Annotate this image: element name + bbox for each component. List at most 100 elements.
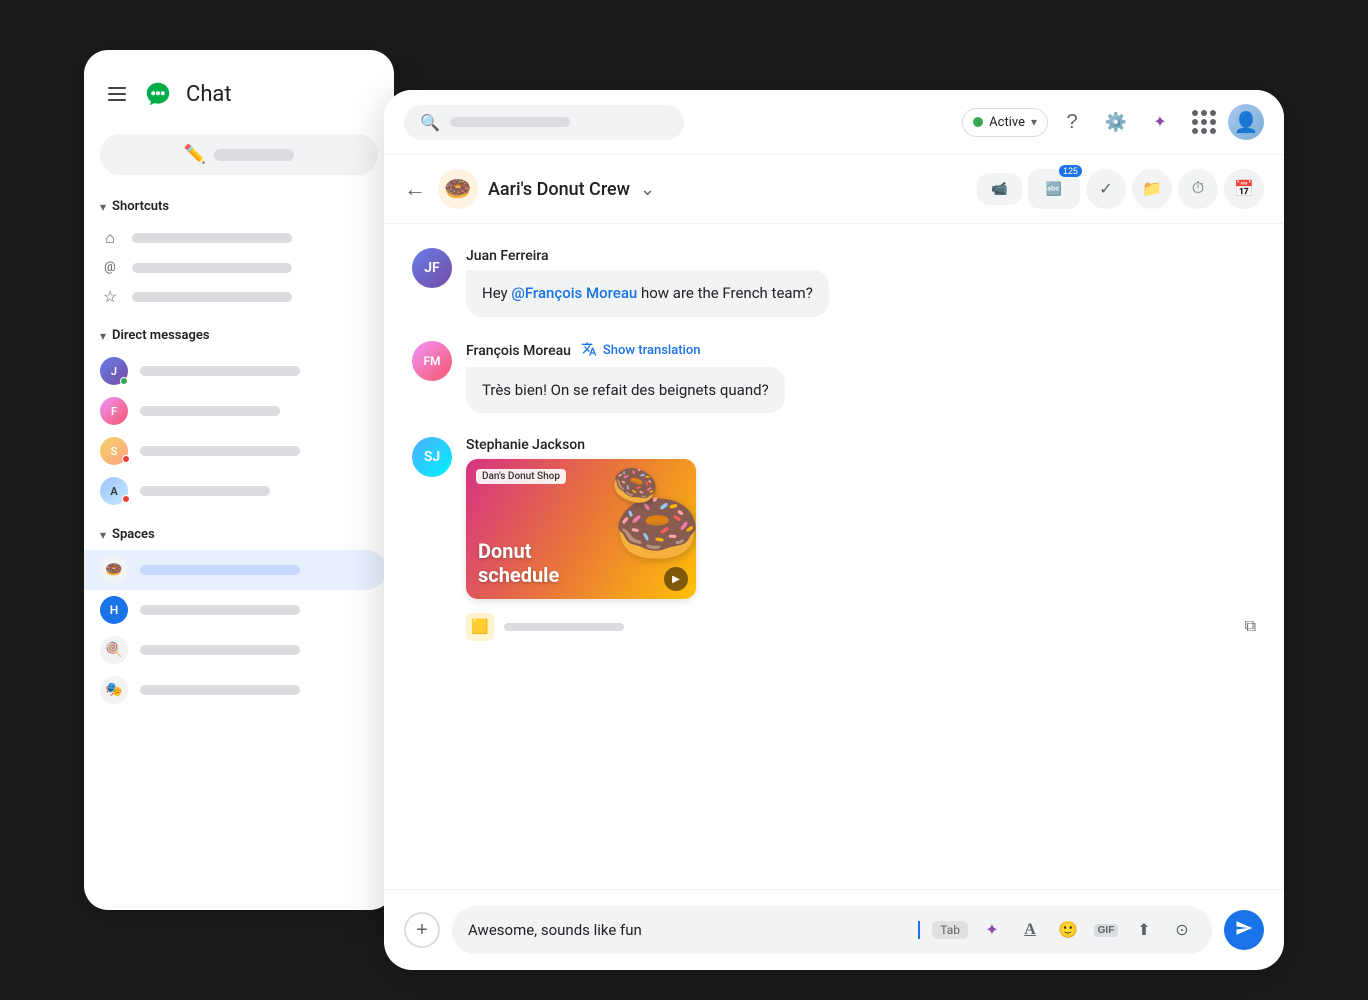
sidebar-item-space-h[interactable]: H [84, 590, 386, 630]
mentions-label [132, 263, 292, 273]
upload-icon: ⬆ [1137, 920, 1150, 940]
card-title: Donut schedule [478, 539, 559, 587]
card-footer-bar [504, 623, 624, 631]
ai-assist-button[interactable]: ✦ [978, 916, 1006, 944]
message-group-francois: FM François Moreau Show translation [412, 341, 1256, 414]
video-call-button[interactable]: 📹 [977, 173, 1022, 205]
shop-label: Dan's Donut Shop [476, 469, 566, 484]
back-button[interactable]: ← [404, 176, 426, 202]
home-label [132, 233, 292, 243]
menu-icon[interactable] [104, 83, 130, 105]
sidebar-item-space-donut[interactable]: 🍩 [84, 550, 386, 590]
sidebar-item-space-candy[interactable]: 🍭 [84, 630, 386, 670]
donut-schedule-card[interactable]: Dan's Donut Shop Donut schedule 🍩 🍩 [466, 459, 696, 599]
juan-sender-name: Juan Ferreira [466, 248, 549, 264]
sidebar-item-dm-2[interactable]: F [84, 391, 386, 431]
spaces-section-header[interactable]: ▾ Spaces [84, 519, 394, 550]
topbar-actions: Active ▾ ? ⚙️ ✦ [962, 102, 1264, 142]
format-icon: A [1024, 921, 1036, 939]
francois-sender-name: François Moreau [466, 343, 571, 359]
juan-avatar: JF [412, 248, 452, 288]
show-translation-label: Show translation [603, 343, 701, 358]
user-avatar[interactable]: 👤 [1228, 104, 1264, 140]
donut-space-icon: 🍩 [100, 556, 128, 584]
sidebar-item-home[interactable]: ⌂ [84, 222, 386, 254]
app-title: Chat [186, 82, 232, 107]
settings-icon: ⚙️ [1105, 112, 1127, 133]
candy-space-label [140, 645, 300, 655]
party-space-icon: 🎭 [100, 676, 128, 704]
starred-label [132, 292, 292, 302]
status-label: Active [989, 115, 1025, 130]
dm3-notification [122, 455, 130, 463]
settings-button[interactable]: ⚙️ [1096, 102, 1136, 142]
chat-name-chevron-icon[interactable]: ⌄ [640, 179, 655, 200]
timer-icon: ⏱ [1192, 180, 1204, 198]
mention-francois: @François Moreau [511, 284, 637, 302]
sidebar-item-starred[interactable]: ☆ [84, 281, 386, 312]
dm-section-header[interactable]: ▾ Direct messages [84, 320, 394, 351]
sidebar-item-dm-3[interactable]: S [84, 431, 386, 471]
timer-button[interactable]: ⏱ [1178, 169, 1218, 209]
gif-button[interactable]: GIF [1092, 916, 1120, 944]
add-attachment-button[interactable]: + [404, 912, 440, 948]
gemini-icon: ✦ [1153, 112, 1166, 132]
stephanie-message-header: Stephanie Jackson [466, 437, 1256, 453]
dm1-avatar: J [100, 357, 128, 385]
chat-header-actions: 📹 🔤 125 ✓ 📁 ⏱ 📅 [977, 169, 1264, 209]
new-chat-button[interactable]: ✏️ [100, 134, 378, 175]
dm3-label [140, 446, 300, 456]
calendar-button[interactable]: 📅 [1224, 169, 1264, 209]
h-space-icon: H [100, 596, 128, 624]
format-text-button[interactable]: A [1016, 916, 1044, 944]
apps-button[interactable] [1184, 102, 1224, 142]
sidebar-item-dm-4[interactable]: A [84, 471, 386, 511]
translation-count-badge: 125 [1059, 165, 1082, 177]
upload-button[interactable]: ⬆ [1130, 916, 1158, 944]
translate-icon [581, 341, 597, 361]
topbar: 🔍 Active ▾ ? ⚙️ ✦ [384, 90, 1284, 155]
gif-icon: GIF [1094, 924, 1119, 937]
translation-toggle-button[interactable]: 🔤 125 [1028, 169, 1080, 209]
sidebar-item-space-party[interactable]: 🎭 [84, 670, 386, 710]
dm4-notification [122, 495, 130, 503]
show-translation-badge[interactable]: Show translation [581, 341, 701, 361]
more-options-button[interactable]: ⊙ [1168, 916, 1196, 944]
dm4-avatar-wrapper: A [100, 477, 128, 505]
dm2-label [140, 406, 280, 416]
search-placeholder [450, 117, 570, 127]
message-input-box[interactable]: Awesome, sounds like fun Tab ✦ A 🙂 GIF ⬆ [452, 906, 1212, 954]
emoji-button[interactable]: 🙂 [1054, 916, 1082, 944]
message-input-text[interactable]: Awesome, sounds like fun [468, 921, 906, 939]
stephanie-message-content: Stephanie Jackson Dan's Donut Shop [466, 437, 1256, 647]
task-button[interactable]: ✓ [1086, 169, 1126, 209]
h-space-label [140, 605, 300, 615]
spaces-chevron-icon: ▾ [100, 528, 106, 542]
status-indicator[interactable]: Active ▾ [962, 108, 1048, 137]
more-options-icon: ⊙ [1175, 920, 1188, 940]
gemini-button[interactable]: ✦ [1140, 102, 1180, 142]
shortcuts-section-header[interactable]: ▾ Shortcuts [84, 191, 394, 222]
shortcuts-label: Shortcuts [112, 199, 169, 214]
help-button[interactable]: ? [1052, 102, 1092, 142]
sidebar-item-mentions[interactable]: @ [84, 254, 386, 281]
emoji-icon: 🙂 [1058, 920, 1078, 940]
user-avatar-image: 👤 [1234, 110, 1259, 134]
messages-area: JF Juan Ferreira Hey @François Moreau ho… [384, 224, 1284, 889]
folder-button[interactable]: 📁 [1132, 169, 1172, 209]
francois-message-content: François Moreau Show translation Très bi… [466, 341, 1256, 414]
card-footer-icon: 🟨 [466, 613, 494, 641]
party-space-label [140, 685, 300, 695]
dm1-label [140, 366, 300, 376]
candy-space-icon: 🍭 [100, 636, 128, 664]
sidebar-item-dm-1[interactable]: J [84, 351, 386, 391]
card-copy-button[interactable]: ⧉ [1245, 618, 1256, 636]
app-logo [142, 78, 174, 110]
francois-message-header: François Moreau Show translation [466, 341, 1256, 361]
chat-header: ← 🍩 Aari's Donut Crew ⌄ 📹 🔤 125 ✓ 📁 [384, 155, 1284, 224]
send-button[interactable] [1224, 910, 1264, 950]
search-bar[interactable]: 🔍 [404, 105, 684, 140]
translate-icon: 🔤 [1046, 181, 1062, 197]
message-group-stephanie: SJ Stephanie Jackson Dan's Donut Shop [412, 437, 1256, 647]
card-video-badge: ▶ [664, 567, 688, 591]
